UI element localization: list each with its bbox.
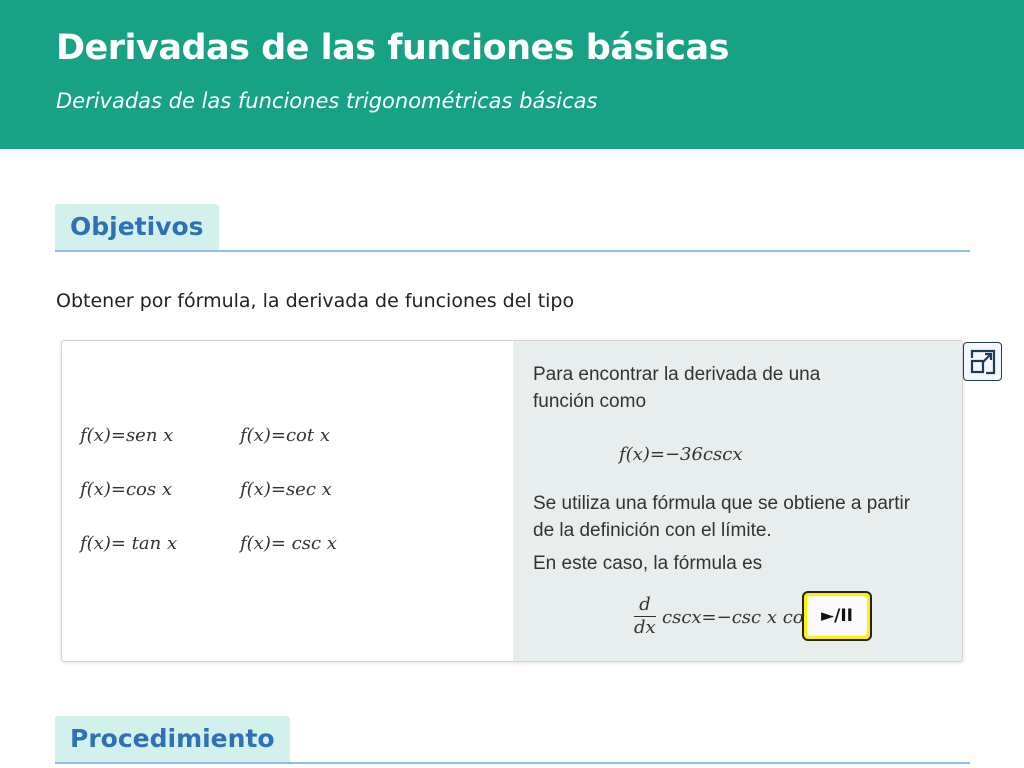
fullscreen-button[interactable] (963, 342, 1002, 381)
section-objetivos: Objetivos (55, 204, 970, 252)
section-title-objetivos: Objetivos (55, 204, 219, 250)
function-cos: f(x)=cos x (80, 479, 172, 500)
play-pause-label: ►/II (807, 596, 867, 636)
function-sec: f(x)=sec x (240, 479, 332, 500)
page-header: Derivadas de las funciones básicas Deriv… (0, 0, 1024, 149)
example-function: f(x)=−36cscx (619, 444, 743, 465)
expand-icon (970, 349, 995, 374)
derivative-denominator: dx (634, 617, 656, 638)
explanation-text-3: En este caso, la fórmula es (533, 553, 763, 574)
section-procedimiento: Procedimiento (55, 716, 970, 764)
explanation-text-1: Para encontrar la derivada de una funció… (533, 364, 821, 412)
derivative-fraction: d dx (634, 594, 656, 639)
derivative-numerator: d (634, 594, 656, 617)
function-csc: f(x)= csc x (240, 533, 337, 554)
play-pause-button[interactable]: ►/II (802, 591, 872, 641)
page-title: Derivadas de las funciones básicas (56, 28, 730, 68)
page-subtitle: Derivadas de las funciones trigonométric… (56, 89, 598, 113)
explanation-text-2: Se utiliza una fórmula que se obtiene a … (533, 493, 911, 541)
section-title-procedimiento: Procedimiento (55, 716, 290, 762)
intro-text: Obtener por fórmula, la derivada de func… (56, 290, 575, 312)
function-cot: f(x)=cot x (240, 425, 330, 446)
function-sen: f(x)=sen x (80, 425, 174, 446)
explanation-panel: Para encontrar la derivada de una funció… (513, 341, 962, 661)
function-tan: f(x)= tan x (80, 533, 178, 554)
